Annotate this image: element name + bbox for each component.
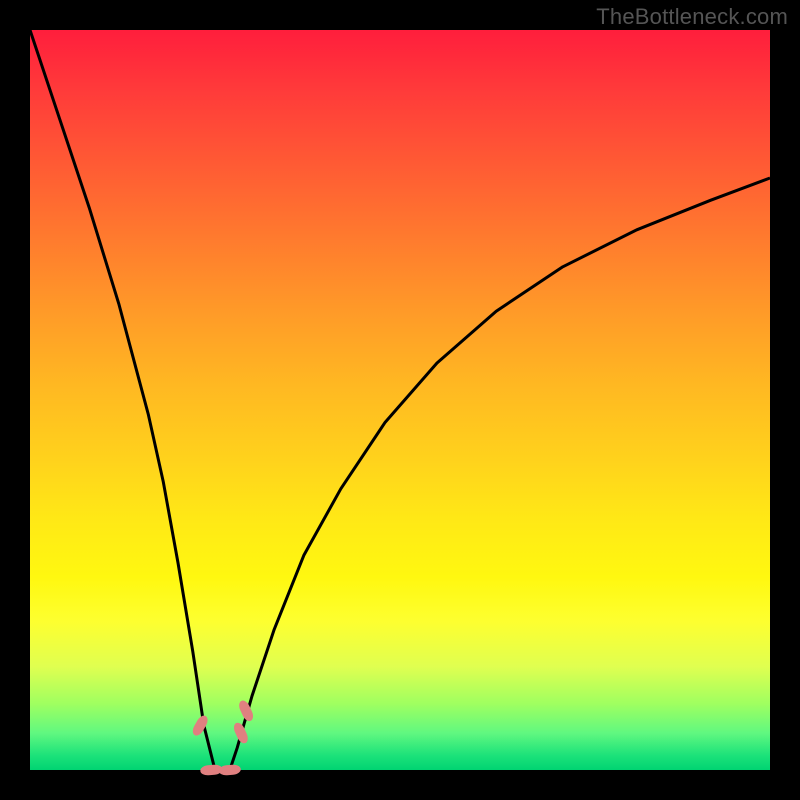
curve-svg xyxy=(30,30,770,770)
bottleneck-curve xyxy=(30,30,770,770)
marker-right-notch-lower xyxy=(232,721,250,745)
watermark-text: TheBottleneck.com xyxy=(596,4,788,30)
chart-frame: TheBottleneck.com xyxy=(0,0,800,800)
marker-floor-right xyxy=(218,764,241,776)
plot-area xyxy=(30,30,770,770)
marker-right-notch-upper xyxy=(237,699,255,723)
